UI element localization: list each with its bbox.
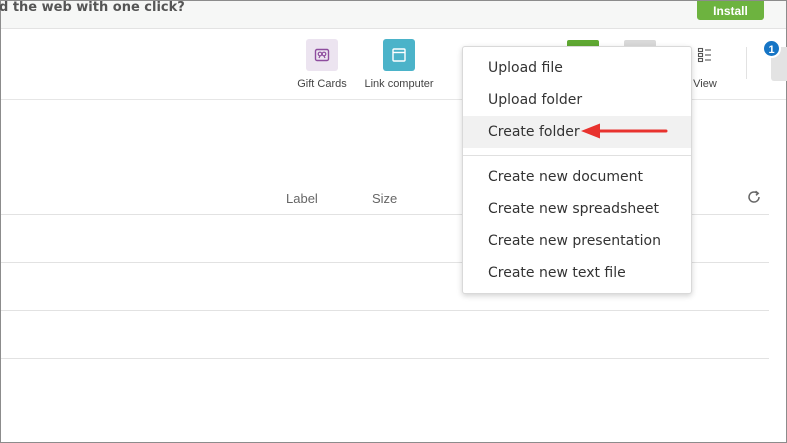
new-dropdown-menu: Upload file Upload folder Create folder … xyxy=(462,46,692,294)
gift-cards-button[interactable]: Gift Cards xyxy=(293,39,351,90)
column-size[interactable]: Size xyxy=(372,191,397,206)
computer-icon xyxy=(383,39,415,71)
menu-item-upload-file[interactable]: Upload file xyxy=(463,52,691,84)
menu-item-create-spreadsheet[interactable]: Create new spreadsheet xyxy=(463,193,691,225)
menu-item-create-text-file[interactable]: Create new text file xyxy=(463,257,691,289)
grid-list-icon xyxy=(689,39,721,71)
banner-text: d the web with one click? xyxy=(0,0,185,15)
gift-cards-label: Gift Cards xyxy=(297,78,347,90)
annotation-arrow-icon xyxy=(581,123,668,139)
refresh-icon[interactable] xyxy=(746,189,762,205)
menu-item-create-presentation[interactable]: Create new presentation xyxy=(463,225,691,257)
promo-banner: d the web with one click? Install xyxy=(0,0,786,29)
menu-separator xyxy=(463,155,691,156)
link-computer-label: Link computer xyxy=(364,78,434,90)
menu-item-upload-folder[interactable]: Upload folder xyxy=(463,84,691,116)
notification-badge[interactable]: 1 xyxy=(762,39,781,58)
install-button[interactable]: Install xyxy=(697,1,764,20)
gift-icon xyxy=(306,39,338,71)
toolbar-divider xyxy=(746,47,747,79)
table-row[interactable] xyxy=(1,311,769,359)
column-label[interactable]: Label xyxy=(286,191,318,206)
menu-item-create-document[interactable]: Create new document xyxy=(463,161,691,193)
link-computer-button[interactable]: Link computer xyxy=(357,39,441,90)
